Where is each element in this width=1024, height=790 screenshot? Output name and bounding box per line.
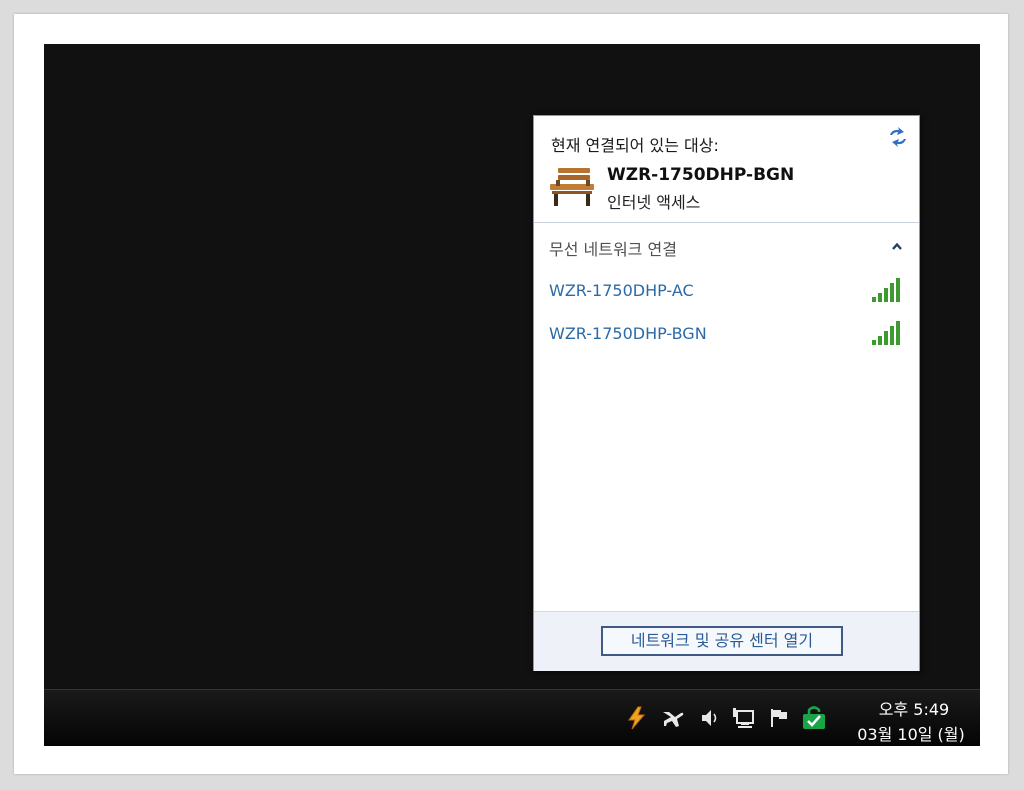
network-ssid: WZR-1750DHP-AC xyxy=(549,281,694,300)
bench-network-icon xyxy=(548,164,600,208)
current-connection-name: WZR-1750DHP-BGN xyxy=(607,165,795,185)
action-center-flag-icon[interactable] xyxy=(765,704,793,732)
current-connection-status: 인터넷 액세스 xyxy=(607,193,701,212)
open-network-center-button[interactable]: 네트워크 및 공유 센터 열기 xyxy=(601,626,843,656)
desktop: 현재 연결되어 있는 대상: WZR-1750DHP-BGN 인터넷 액세스 무 xyxy=(44,44,980,746)
signal-strength-icon xyxy=(871,276,905,304)
clock-date[interactable]: 03월 10일 (월) xyxy=(844,721,978,745)
network-list-item[interactable]: WZR-1750DHP-AC xyxy=(540,274,910,308)
security-shield-icon[interactable] xyxy=(800,704,828,732)
network-list-item[interactable]: WZR-1750DHP-BGN xyxy=(540,317,910,351)
speaker-icon[interactable] xyxy=(696,704,724,732)
network-icon[interactable] xyxy=(730,704,758,732)
signal-strength-icon xyxy=(871,319,905,347)
clock-time[interactable]: 오후 5:49 xyxy=(854,696,974,720)
taskbar: 오후 5:49 03월 10일 (월) xyxy=(44,689,980,746)
airplane-icon[interactable] xyxy=(659,704,687,732)
refresh-icon[interactable] xyxy=(886,125,910,149)
divider xyxy=(534,222,919,223)
lightning-icon[interactable] xyxy=(623,704,651,732)
current-connection-header: 현재 연결되어 있는 대상: xyxy=(551,136,719,155)
flyout-footer: 네트워크 및 공유 센터 열기 xyxy=(534,611,919,671)
chevron-up-icon[interactable] xyxy=(887,236,907,256)
wireless-section-header[interactable]: 무선 네트워크 연결 xyxy=(549,236,677,260)
network-flyout: 현재 연결되어 있는 대상: WZR-1750DHP-BGN 인터넷 액세스 무 xyxy=(533,115,920,671)
network-ssid: WZR-1750DHP-BGN xyxy=(549,324,707,343)
